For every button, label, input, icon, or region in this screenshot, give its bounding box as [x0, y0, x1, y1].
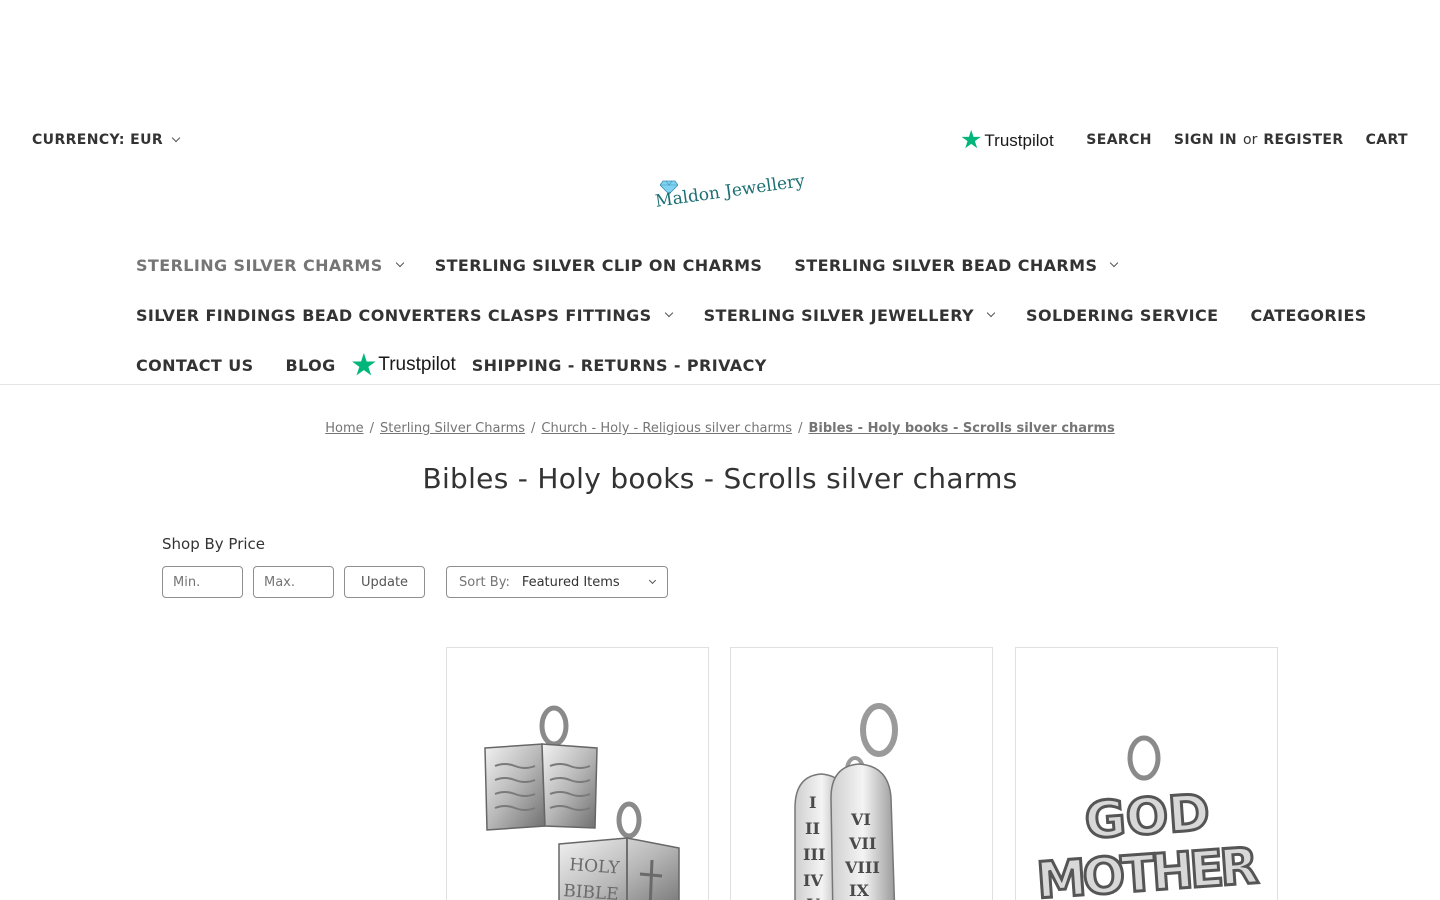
trustpilot-nav-link[interactable]: ★ Trustpilot [351, 349, 456, 380]
nav-item-label: CONTACT US [136, 355, 254, 375]
nav-item-categories[interactable]: CATEGORIES [1251, 306, 1367, 325]
nav-item-label: CATEGORIES [1250, 305, 1367, 325]
nav-item-label: SILVER FINDINGS BEAD CONVERTERS CLASPS F… [136, 305, 652, 325]
nav-item-label: BLOG [285, 355, 336, 375]
user-nav: SEARCH SIGN IN or REGISTER CART [1064, 132, 1408, 148]
nav-item-label: SHIPPING - RETURNS - PRIVACY [471, 355, 767, 375]
breadcrumb-sterling-silver-charms[interactable]: Sterling Silver Charms [380, 421, 525, 436]
store-logo[interactable]: Maldon Jewellery [652, 171, 806, 228]
chevron-down-icon [171, 133, 181, 143]
or-text: or [1243, 132, 1258, 148]
currency-selector[interactable]: CURRENCY: EUR [32, 132, 181, 148]
numeral-text: III [803, 845, 825, 864]
charm-word-god: GOD [1083, 783, 1212, 850]
chevron-down-icon [395, 258, 404, 268]
nav-item-shipping[interactable]: SHIPPING - RETURNS - PRIVACY [472, 356, 767, 375]
book-engraving-holy: HOLY [569, 855, 621, 879]
breadcrumb-separator: / [369, 421, 374, 436]
min-price-input[interactable] [162, 566, 243, 598]
trustpilot-star-icon: ★ [960, 126, 983, 154]
nav-item-label: STERLING SILVER CLIP ON CHARMS [434, 255, 763, 275]
breadcrumb-church-charms[interactable]: Church - Holy - Religious silver charms [541, 421, 792, 436]
chevron-down-icon [664, 308, 673, 318]
nav-item-findings[interactable]: SILVER FINDINGS BEAD CONVERTERS CLASPS F… [136, 305, 673, 325]
breadcrumb-separator: / [798, 421, 803, 436]
nav-item-clip-on-charms[interactable]: STERLING SILVER CLIP ON CHARMS [435, 256, 763, 275]
nav-item-label: STERLING SILVER CHARMS [136, 255, 383, 275]
trustpilot-wordmark: Trustpilot [984, 130, 1054, 150]
nav-item-jewellery[interactable]: STERLING SILVER JEWELLERY [703, 305, 996, 325]
nav-row-2: SILVER FINDINGS BEAD CONVERTERS CLASPS F… [136, 290, 1366, 340]
currency-label: CURRENCY: EUR [32, 132, 164, 148]
numeral-text: I [809, 793, 816, 812]
charm-word-mother: MOTHER [1035, 837, 1261, 900]
sort-label: Sort By: [459, 574, 510, 590]
search-link[interactable]: SEARCH [1086, 132, 1152, 148]
sort-value: Featured Items [521, 574, 620, 590]
trustpilot-star-icon: ★ [351, 349, 377, 380]
product-image-godmother-charm: GOD MOTHER [1033, 735, 1262, 900]
nav-item-label: STERLING SILVER BEAD CHARMS [794, 255, 1098, 275]
trustpilot-wordmark: Trustpilot [378, 354, 456, 375]
nav-item-contact-us[interactable]: CONTACT US [136, 356, 254, 375]
main-navigation: STERLING SILVER CHARMS STERLING SILVER C… [136, 240, 1366, 390]
nav-item-bead-charms[interactable]: STERLING SILVER BEAD CHARMS [794, 255, 1119, 275]
numeral-text: IX [849, 881, 869, 900]
product-image-ten-commandments-charm: I II III IV V VI VII VIII IX [794, 703, 898, 900]
header-divider [0, 384, 1440, 385]
nav-item-soldering-service[interactable]: SOLDERING SERVICE [1026, 306, 1218, 325]
breadcrumb-current[interactable]: Bibles - Holy books - Scrolls silver cha… [808, 421, 1114, 436]
cart-link[interactable]: CART [1366, 132, 1408, 148]
product-card[interactable]: GOD MOTHER [1015, 647, 1278, 900]
product-card[interactable]: I II III IV V VI VII VIII IX [730, 647, 993, 900]
product-image-bible-charms: HOLY BIBLE [484, 705, 680, 900]
product-card[interactable]: HOLY BIBLE [446, 647, 709, 900]
nav-row-1: STERLING SILVER CHARMS STERLING SILVER C… [136, 240, 1336, 290]
numeral-text: VIII [844, 858, 880, 877]
top-utility-bar: CURRENCY: EUR ★ Trustpilot SEARCH SIGN I… [0, 128, 1440, 154]
sort-by-select[interactable]: Sort By: Featured Items [446, 566, 668, 598]
chevron-down-icon [1110, 258, 1119, 268]
update-price-button[interactable]: Update [344, 566, 425, 598]
nav-item-label: SOLDERING SERVICE [1026, 305, 1219, 325]
numeral-text: II [805, 819, 820, 838]
numeral-text: IV [803, 871, 823, 890]
nav-item-blog[interactable]: BLOG [286, 356, 336, 375]
logo-text: Maldon Jewellery [654, 171, 806, 212]
trustpilot-header-link[interactable]: ★ Trustpilot [960, 128, 1054, 153]
book-engraving-bible: BIBLE [563, 881, 620, 900]
nav-item-label: STERLING SILVER JEWELLERY [703, 305, 975, 325]
sign-in-link[interactable]: SIGN IN [1174, 132, 1237, 148]
breadcrumb: Home / Sterling Silver Charms / Church - Hol… [0, 421, 1440, 436]
nav-item-sterling-silver-charms[interactable]: STERLING SILVER CHARMS [136, 255, 404, 275]
numeral-text: VII [848, 834, 876, 853]
max-price-input[interactable] [253, 566, 334, 598]
shop-by-price-heading: Shop By Price [162, 535, 266, 553]
price-filter-form: Update [162, 566, 425, 598]
numeral-text: V [806, 895, 820, 900]
breadcrumb-separator: / [531, 421, 536, 436]
breadcrumb-home[interactable]: Home [325, 421, 363, 436]
chevron-down-icon [986, 308, 996, 318]
nav-row-3: CONTACT US BLOG ★ Trustpilot SHIPPING - … [136, 340, 1336, 390]
numeral-text: VI [850, 810, 871, 829]
chevron-down-icon [648, 576, 657, 584]
register-link[interactable]: REGISTER [1263, 132, 1343, 148]
page-title: Bibles - Holy books - Scrolls silver cha… [422, 462, 1018, 495]
